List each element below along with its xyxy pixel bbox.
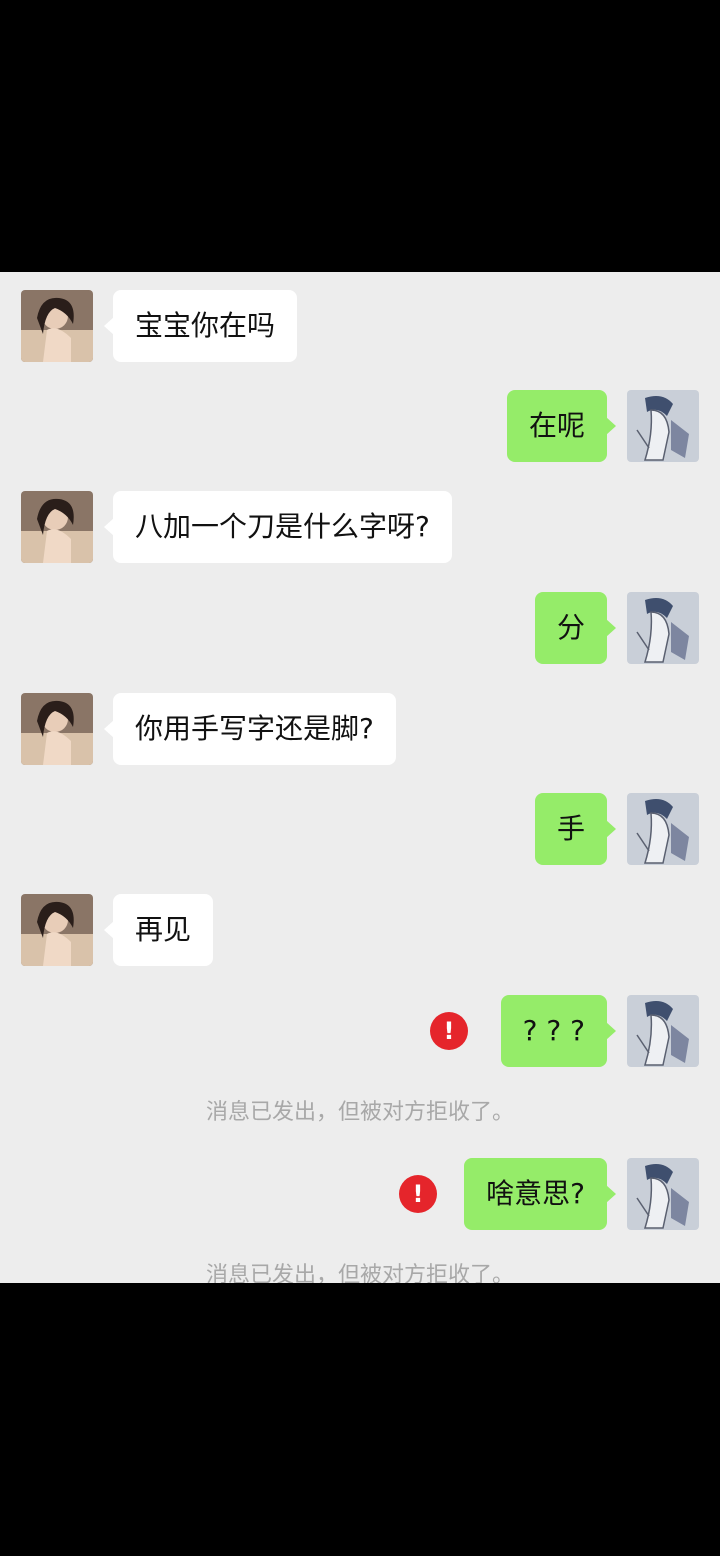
contact-avatar[interactable] xyxy=(21,693,93,765)
message-bubble[interactable]: 宝宝你在吗 xyxy=(103,290,298,362)
self-avatar[interactable] xyxy=(627,390,699,462)
message-bubble[interactable]: ? ? ? xyxy=(500,995,617,1067)
contact-avatar[interactable] xyxy=(21,290,93,362)
message-bubble[interactable]: 你用手写字还是脚? xyxy=(104,693,396,765)
message-bubble[interactable]: 再见 xyxy=(103,894,214,966)
self-avatar[interactable] xyxy=(627,995,699,1067)
message-bubble[interactable]: 啥意思? xyxy=(464,1158,616,1230)
bottom-letterbox xyxy=(0,1283,720,1556)
contact-avatar[interactable] xyxy=(21,894,93,966)
top-letterbox xyxy=(0,0,720,272)
chat-message-list[interactable]: 宝宝你在吗 在呢 八加一个刀是什么字呀? 分 你用手写字还是脚? 手 再见 ! … xyxy=(0,272,720,1283)
contact-avatar[interactable] xyxy=(21,491,93,563)
system-notice: 消息已发出，但被对方拒收了。 xyxy=(205,1100,514,1125)
self-avatar[interactable] xyxy=(627,1158,699,1230)
self-avatar[interactable] xyxy=(627,793,699,865)
message-bubble[interactable]: 在呢 xyxy=(506,390,617,462)
system-notice: 消息已发出，但被对方拒收了。 xyxy=(205,1263,514,1283)
self-avatar[interactable] xyxy=(627,592,699,664)
error-alert-icon[interactable]: ! xyxy=(430,1012,468,1050)
error-alert-icon[interactable]: ! xyxy=(399,1175,437,1213)
message-bubble[interactable]: 分 xyxy=(534,592,617,664)
message-bubble[interactable]: 手 xyxy=(534,793,617,865)
message-bubble[interactable]: 八加一个刀是什么字呀? xyxy=(104,491,452,563)
